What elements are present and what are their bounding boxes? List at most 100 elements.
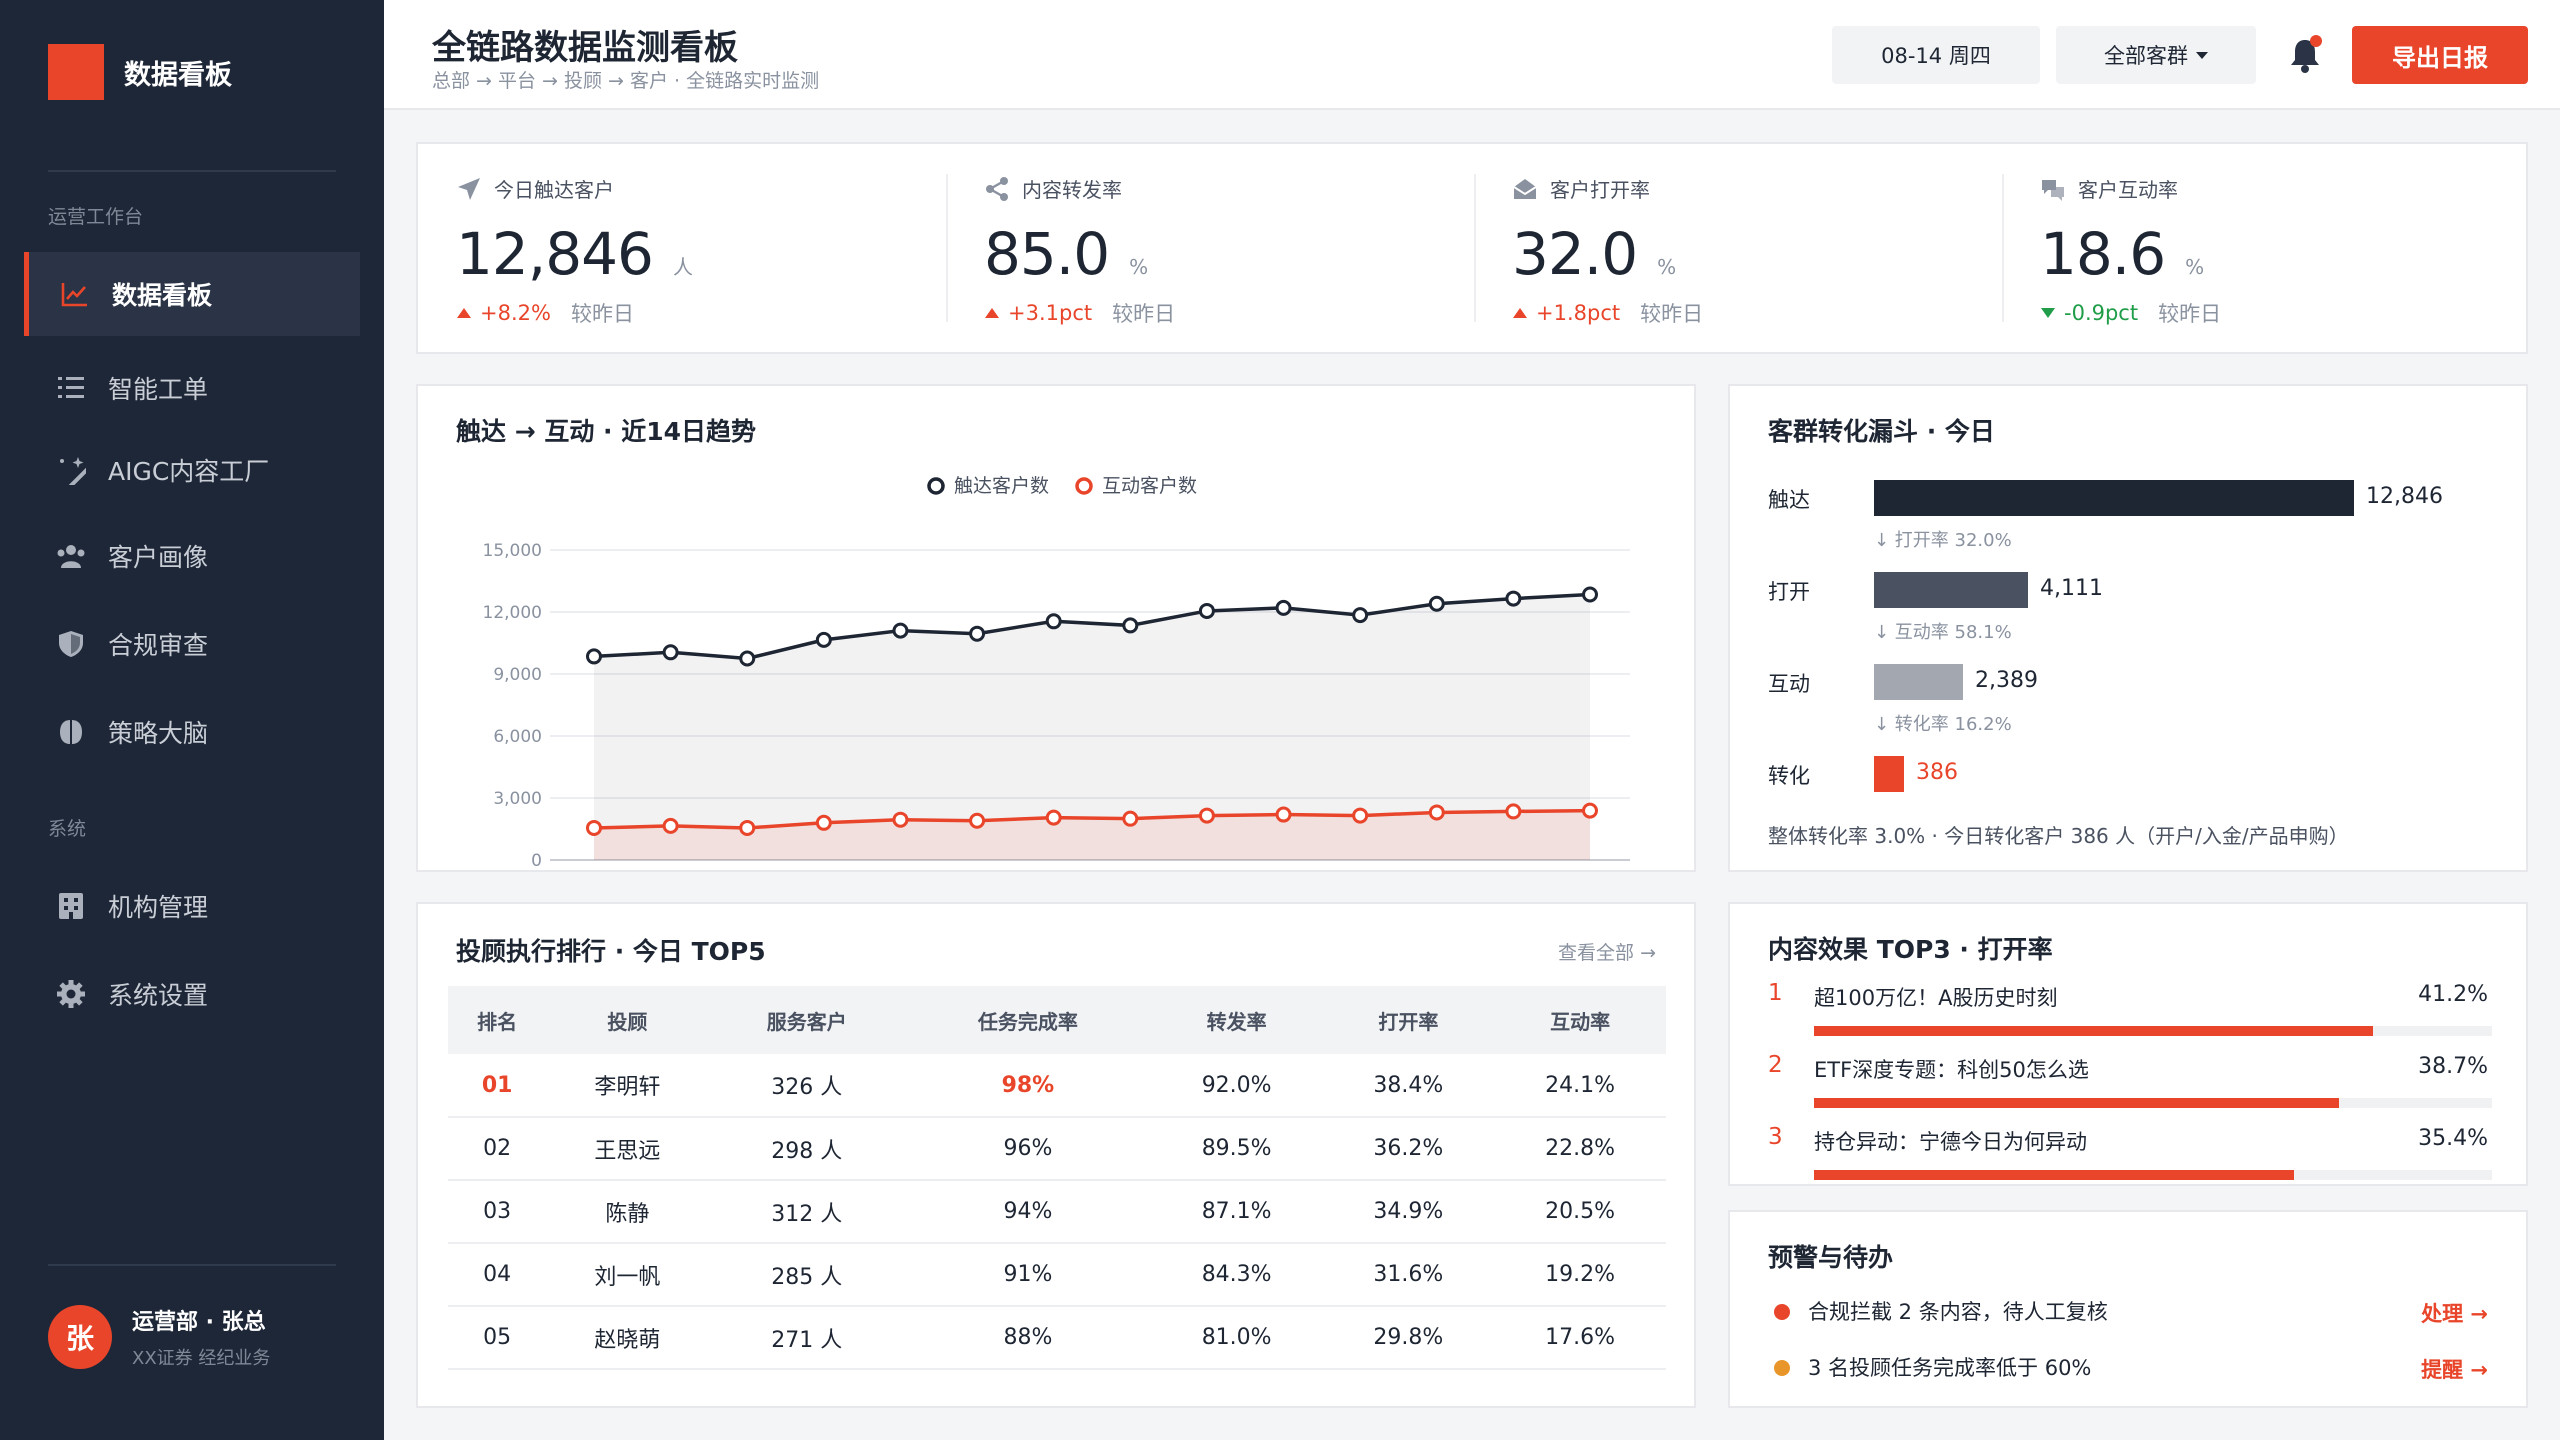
table-row[interactable]: 05 赵晓萌 271 人 88% 81.0% 29.8% 17.6% [448, 1306, 1666, 1370]
sidebar-group-label: 运营工作台 [48, 206, 144, 228]
table-row[interactable]: 01 李明轩 326 人 98% 92.0% 38.4% 24.1% [448, 1054, 1666, 1118]
data-point[interactable] [662, 817, 679, 834]
user-profile[interactable]: 张 运营部 · 张总 XX证券 经纪业务 [48, 1304, 270, 1370]
brand[interactable]: 数据看板 [48, 44, 232, 100]
sidebar-divider [48, 170, 336, 172]
rank-cell: 05 [448, 1306, 547, 1370]
data-point[interactable] [739, 819, 756, 836]
funnel-bar [1874, 664, 1963, 700]
data-point[interactable] [1352, 607, 1369, 624]
open-cell: 34.9% [1322, 1180, 1495, 1244]
notification-bell[interactable] [2282, 32, 2328, 78]
interaction-cell: 17.6% [1494, 1306, 1666, 1370]
data-point[interactable] [1275, 806, 1292, 823]
advisor-cell[interactable]: 陈静 [546, 1180, 709, 1244]
advisor-cell[interactable]: 刘一帆 [546, 1243, 709, 1307]
view-all-link[interactable]: 查看全部 → [1558, 938, 1656, 965]
funnel-rate: ↓ 转化率 16.2% [1874, 714, 2012, 735]
data-point[interactable] [1505, 590, 1522, 607]
data-point[interactable] [815, 814, 832, 831]
data-point[interactable] [815, 631, 832, 648]
date-picker[interactable]: 08-14 周四 [1832, 26, 2040, 84]
data-point[interactable] [1122, 617, 1139, 634]
page-title: 全链路数据监测看板 [432, 28, 738, 68]
share-icon [986, 176, 1008, 201]
sidebar-item-strategy[interactable]: 策略大脑 [24, 690, 360, 774]
alert-action-link[interactable]: 处理 → [2421, 1298, 2488, 1328]
data-point[interactable] [586, 819, 602, 836]
sidebar-item-settings[interactable]: 系统设置 [24, 952, 360, 1036]
column-header[interactable]: 排名 [448, 986, 547, 1054]
table-row[interactable]: 02 王思远 298 人 96% 89.5% 36.2% 22.8% [448, 1117, 1666, 1181]
clients-cell: 326 人 [708, 1054, 906, 1118]
data-point[interactable] [662, 644, 679, 661]
column-header[interactable]: 服务客户 [708, 986, 906, 1054]
content-top3-card: 内容效果 TOP3 · 打开率 1 超100万亿！A股历史时刻 41.2% 2 ETF深… [1728, 902, 2528, 1186]
data-point[interactable] [1198, 602, 1215, 619]
export-report-button[interactable]: 导出日报 [2352, 26, 2528, 84]
funnel-rate: ↓ 打开率 32.0% [1874, 530, 2012, 551]
sidebar-item-aigc[interactable]: AIGC内容工厂 [24, 428, 360, 512]
data-point[interactable] [1122, 810, 1139, 827]
interaction-cell: 20.5% [1494, 1180, 1666, 1244]
data-point[interactable] [1045, 809, 1062, 826]
content-title: ETF深度专题：科创50怎么选 [1814, 1058, 2089, 1082]
sidebar-item-label: 策略大脑 [108, 719, 209, 748]
funnel-value: 386 [1916, 760, 1958, 785]
rank-cell: 04 [448, 1243, 547, 1307]
caret-down-icon [2196, 51, 2208, 59]
forward-cell: 89.5% [1150, 1117, 1323, 1181]
column-header[interactable]: 投顾 [546, 986, 709, 1054]
segment-select[interactable]: 全部客群 [2056, 26, 2256, 84]
data-point[interactable] [1428, 595, 1445, 612]
data-point[interactable] [969, 625, 986, 642]
funnel-bar [1874, 572, 2028, 608]
sidebar-item-tickets[interactable]: 智能工单 [24, 346, 360, 430]
data-point[interactable] [892, 622, 909, 639]
sidebar-item-org[interactable]: 机构管理 [24, 864, 360, 948]
brand-logo [48, 44, 104, 100]
kpi-unit: % [1129, 255, 1149, 279]
kpi-forward-rate: 内容转发率 85.0% +3.1pct 较昨日 [946, 144, 1474, 352]
column-header[interactable]: 转发率 [1150, 986, 1323, 1054]
sidebar-item-label: 机构管理 [108, 893, 209, 922]
kpi-unit: 人 [672, 255, 693, 279]
advisor-cell[interactable]: 王思远 [546, 1117, 709, 1181]
trend-up-icon [457, 308, 471, 318]
column-header[interactable]: 任务完成率 [905, 986, 1151, 1054]
data-point[interactable] [1428, 804, 1445, 821]
sidebar-item-compliance[interactable]: 合规审查 [24, 602, 360, 686]
data-point[interactable] [1198, 807, 1215, 824]
sidebar-item-profile[interactable]: 客户画像 [24, 514, 360, 598]
kpi-panel: 今日触达客户 12,846 人 +8.2% 较昨日 内容转发率 85.0% +3.… [416, 142, 2528, 354]
kpi-compare: 较昨日 [2158, 302, 2222, 326]
data-point[interactable] [1582, 586, 1598, 603]
kpi-delta: +3.1pct [1008, 301, 1093, 325]
data-point[interactable] [1352, 807, 1369, 824]
brain-icon [54, 715, 88, 749]
data-point[interactable] [586, 648, 602, 665]
ranking-title: 投顾执行排行 · 今日 TOP5 [456, 937, 766, 966]
data-point[interactable] [892, 811, 909, 828]
forward-cell: 92.0% [1150, 1054, 1323, 1118]
data-point[interactable] [1582, 802, 1598, 819]
advisor-cell[interactable]: 李明轩 [546, 1054, 709, 1118]
kpi-label: 客户互动率 [2078, 178, 2178, 202]
sidebar-item-dashboard[interactable]: 数据看板 [24, 252, 360, 336]
funnel-stage-label: 互动 [1768, 672, 1810, 696]
content-progress-fill [1814, 1026, 2373, 1036]
advisor-cell[interactable]: 赵晓萌 [546, 1306, 709, 1370]
table-row[interactable]: 04 刘一帆 285 人 91% 84.3% 31.6% 19.2% [448, 1243, 1666, 1307]
data-point[interactable] [739, 650, 756, 667]
data-point[interactable] [1045, 613, 1062, 630]
data-point[interactable] [1275, 599, 1292, 616]
content-progress-track [1814, 1026, 2492, 1036]
data-point[interactable] [969, 812, 986, 829]
kpi-compare: 较昨日 [1640, 302, 1704, 326]
table-row[interactable]: 03 陈静 312 人 94% 87.1% 34.9% 20.5% [448, 1180, 1666, 1244]
column-header[interactable]: 打开率 [1322, 986, 1495, 1054]
alert-action-link[interactable]: 提醒 → [2421, 1354, 2488, 1384]
column-header[interactable]: 互动率 [1494, 986, 1666, 1054]
data-point[interactable] [1505, 803, 1522, 820]
y-tick-label: 0 [531, 851, 542, 870]
